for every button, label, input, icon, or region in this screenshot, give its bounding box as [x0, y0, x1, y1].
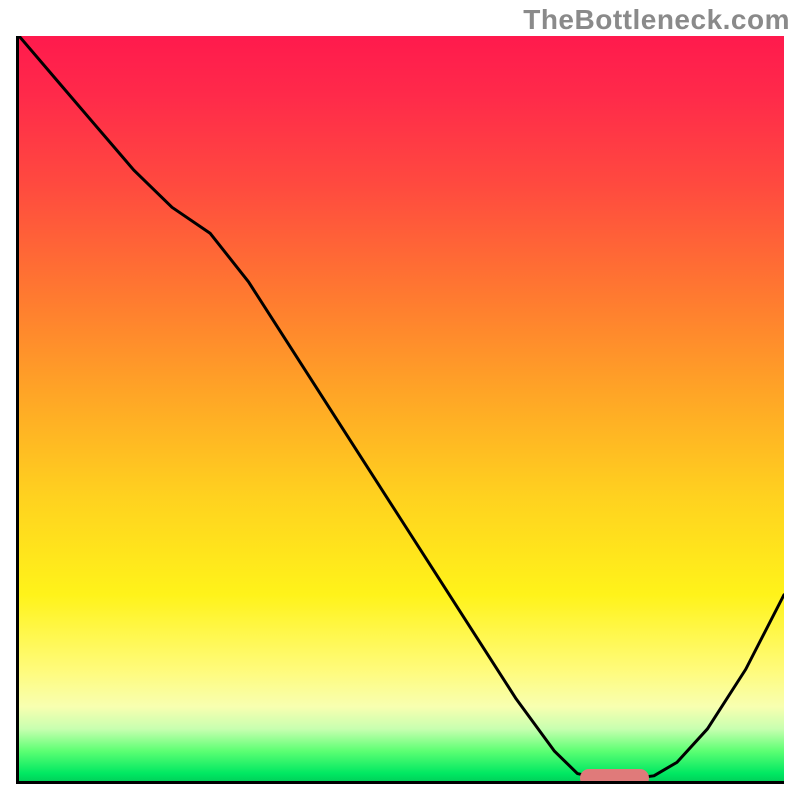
optimal-range-marker: [580, 769, 649, 784]
curve-path: [19, 36, 784, 779]
watermark-text: TheBottleneck.com: [523, 4, 790, 36]
plot-area: [16, 36, 784, 784]
bottleneck-curve: [19, 36, 784, 781]
bottleneck-chart: TheBottleneck.com: [0, 0, 800, 800]
